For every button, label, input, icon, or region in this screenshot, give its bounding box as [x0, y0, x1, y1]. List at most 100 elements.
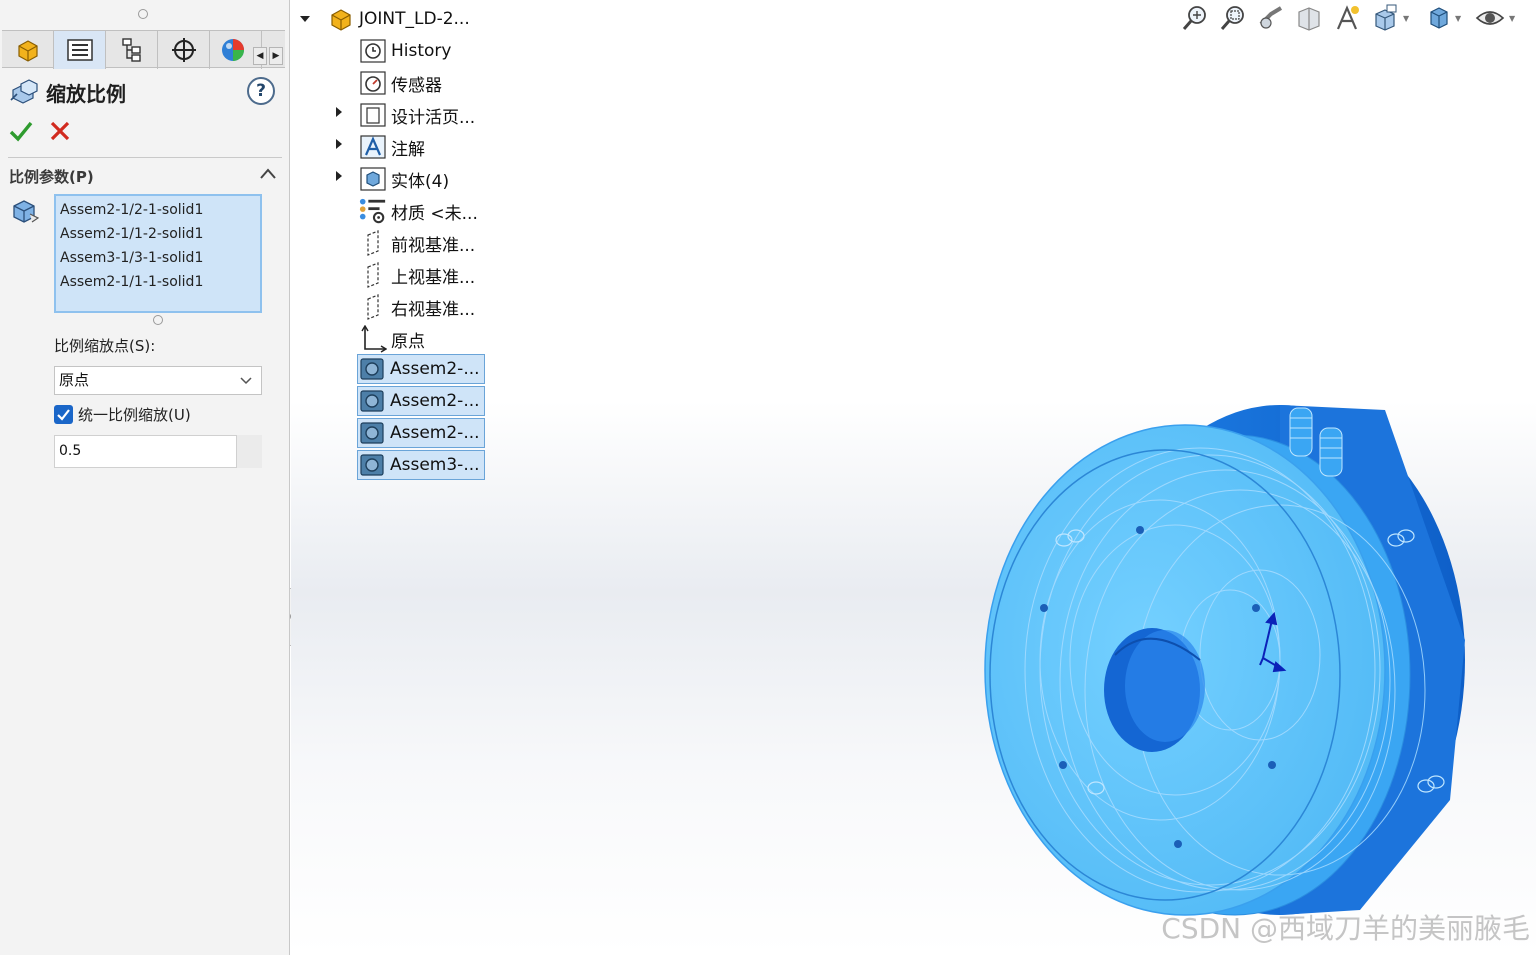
origin-icon [359, 325, 387, 353]
close-icon [50, 121, 70, 141]
history-icon [359, 37, 387, 65]
part-body-icon [358, 451, 386, 479]
display-style-icon[interactable] [1423, 3, 1453, 33]
selected-body-item[interactable]: Assem2-1/1-2-solid1 [60, 223, 256, 247]
tree-expand-caret-icon[interactable] [333, 138, 345, 150]
tab-dimxpert-manager[interactable] [158, 31, 210, 69]
zoom-to-area-icon[interactable] [1218, 3, 1248, 33]
tree-root-item[interactable]: JOINT_LD-2... [327, 4, 470, 34]
chevron-down-icon[interactable]: ▼ [1509, 14, 1515, 23]
part-body-icon [358, 387, 386, 415]
tree-item-label: 右视基准... [391, 299, 476, 320]
tree-item-label: Assem2-... [390, 359, 480, 379]
panel-resize-grip[interactable] [138, 9, 148, 19]
tree-root-label: JOINT_LD-2... [359, 9, 470, 29]
tree-item-label: 前视基准... [391, 235, 476, 256]
sensor-icon [359, 69, 387, 97]
tree-item-history[interactable]: History [359, 36, 451, 66]
section-title-scale-parameters[interactable]: 比例参数(P) [9, 166, 94, 187]
tree-item-label: 实体(4) [391, 171, 450, 192]
tree-item-label: 材质 <未... [391, 203, 478, 224]
tree-item-material[interactable]: 材质 <未... [359, 196, 478, 226]
tree-item-label: Assem3-... [390, 455, 480, 475]
material-icon [359, 197, 387, 225]
view-orientation-icon[interactable] [1370, 3, 1400, 33]
tree-item-label: 注解 [391, 139, 425, 160]
bodies-selection-icon [10, 196, 42, 230]
tree-item-label: Assem2-... [390, 423, 480, 443]
feature-manager-icon [17, 40, 38, 62]
hide-show-items-icon[interactable] [1475, 3, 1505, 33]
selected-body-item[interactable]: Assem3-1/3-1-solid1 [60, 247, 256, 271]
tree-item-body[interactable]: Assem2-... [357, 418, 485, 448]
plane-icon [359, 293, 387, 321]
selected-body-item[interactable]: Assem2-1/1-1-solid1 [60, 271, 256, 295]
tab-property-manager[interactable] [54, 31, 106, 69]
section-divider [8, 157, 282, 158]
scale-point-label: 比例缩放点(S): [54, 337, 156, 355]
property-manager-icon [66, 39, 93, 61]
dynamic-annotation-icon[interactable] [1332, 3, 1362, 33]
tree-item-body[interactable]: Assem2-... [357, 386, 485, 416]
tree-item-front-plane[interactable]: 前视基准... [359, 228, 475, 258]
crosshair-icon [171, 38, 196, 62]
tree-expand-caret-icon[interactable] [333, 106, 345, 118]
plane-icon [359, 261, 387, 289]
tree-item-origin[interactable]: 原点 [359, 324, 425, 354]
tree-item-label: History [391, 41, 452, 61]
graphics-area[interactable]: JOINT_LD-2... History 传感器 设计活页... 注解 实体(… [291, 0, 1536, 955]
watermark-text: CSDN @西域刀羊的美丽腋毛 [1161, 912, 1530, 945]
scale-factor-input[interactable]: 0.5 [54, 435, 237, 468]
part-icon [327, 5, 355, 33]
cancel-button[interactable] [48, 118, 72, 144]
configuration-manager-icon [121, 38, 141, 62]
chevron-down-icon[interactable]: ▼ [1403, 14, 1409, 23]
collapse-section-button[interactable] [258, 166, 278, 186]
design-binder-icon [359, 101, 387, 129]
tab-feature-manager[interactable] [2, 31, 54, 69]
manager-tab-bar: ◀ ▶ [2, 30, 285, 69]
list-resize-grip[interactable] [153, 315, 163, 325]
chevron-up-icon [260, 168, 276, 179]
selected-body-item[interactable]: Assem2-1/2-1-solid1 [60, 199, 256, 223]
tree-item-body[interactable]: Assem2-... [357, 354, 485, 384]
uniform-scale-label[interactable]: 统一比例缩放(U) [78, 404, 191, 425]
property-manager-title: 缩放比例 [46, 82, 126, 106]
scale-factor-spinner[interactable] [237, 435, 262, 468]
ok-button[interactable] [8, 118, 34, 144]
tree-item-annotations[interactable]: 注解 [359, 132, 425, 162]
tree-item-sensors[interactable]: 传感器 [359, 68, 442, 98]
help-button[interactable]: ? [247, 77, 275, 105]
chevron-down-icon [239, 367, 253, 403]
property-manager-panel: ◀ ▶ 缩放比例 ? 比例参数(P) Assem2-1/2-1-solid1 A… [0, 0, 290, 955]
scale-point-dropdown[interactable]: 原点 [54, 366, 262, 395]
tab-scroll-left-button[interactable]: ◀ [253, 47, 267, 65]
solid-bodies-icon [359, 165, 387, 193]
display-manager-icon [222, 39, 244, 61]
part-body-icon [358, 419, 386, 447]
tree-item-label: 原点 [391, 331, 425, 352]
zoom-to-fit-icon[interactable] [1180, 3, 1210, 33]
tree-item-label: 上视基准... [391, 267, 476, 288]
tree-item-top-plane[interactable]: 上视基准... [359, 260, 475, 290]
uniform-scale-checkbox[interactable] [54, 405, 73, 424]
3d-part-model[interactable] [980, 390, 1480, 930]
tab-configuration-manager[interactable] [106, 31, 158, 69]
tree-item-body[interactable]: Assem3-... [357, 450, 485, 480]
plane-icon [359, 229, 387, 257]
scale-point-value: 原点 [59, 371, 90, 389]
tree-expand-caret-icon[interactable] [333, 170, 345, 182]
checkmark-icon [9, 121, 33, 142]
previous-view-icon[interactable] [1256, 3, 1286, 33]
tab-scroll-arrows: ◀ ▶ [253, 47, 283, 65]
selected-bodies-list[interactable]: Assem2-1/2-1-solid1 Assem2-1/1-2-solid1 … [54, 194, 262, 313]
tree-item-label: Assem2-... [390, 391, 480, 411]
tree-collapse-caret-icon[interactable] [299, 13, 311, 25]
tree-item-solid-bodies[interactable]: 实体(4) [359, 164, 449, 194]
tab-scroll-right-button[interactable]: ▶ [269, 47, 283, 65]
scale-feature-icon [9, 78, 41, 108]
chevron-down-icon[interactable]: ▼ [1455, 14, 1461, 23]
tree-item-design-binder[interactable]: 设计活页... [359, 100, 475, 130]
tree-item-right-plane[interactable]: 右视基准... [359, 292, 475, 322]
section-view-icon[interactable] [1294, 3, 1324, 33]
